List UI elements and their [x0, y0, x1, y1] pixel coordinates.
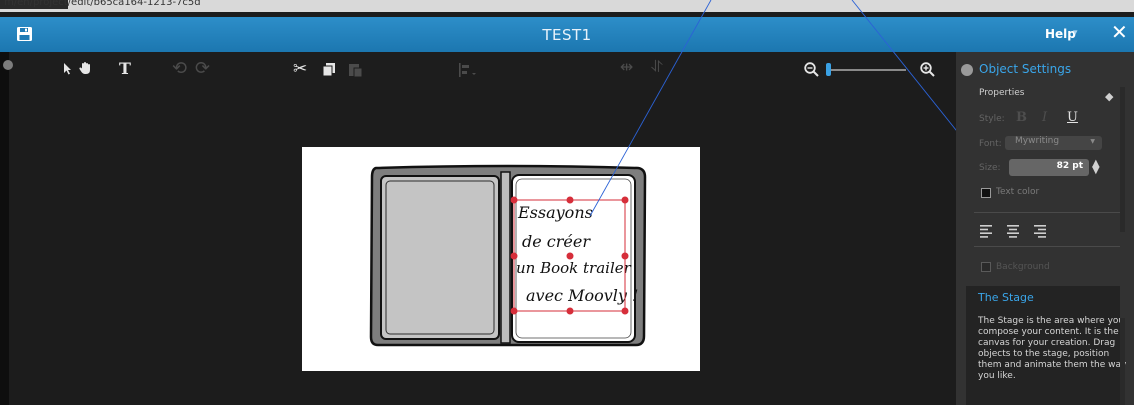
align-left-icon: [980, 225, 992, 238]
cut-icon[interactable]: ✂: [293, 59, 307, 79]
align-center-icon: [1007, 225, 1019, 238]
text-color-label: Text color: [996, 187, 1040, 197]
stage-help-panel: The Stage The Stage is the area where yo…: [966, 286, 1126, 405]
zoom-slider-track[interactable]: [826, 69, 906, 71]
size-input[interactable]: 82 pt: [1009, 159, 1089, 176]
align-right-icon: [1034, 225, 1046, 238]
app-window: m/en/project/edit/b65ca164-1213-7c5d TES…: [0, 0, 1134, 405]
browser-url-bar[interactable]: m/en/project/edit/b65ca164-1213-7c5d: [0, 0, 1134, 12]
size-stepper-icon[interactable]: ▲ ▼: [1092, 159, 1100, 176]
text-color-checkbox[interactable]: [981, 188, 991, 198]
object-settings-header[interactable]: Object Settings: [956, 62, 1124, 84]
browser-url[interactable]: m/en/project/edit/b65ca164-1213-7c5d: [4, 0, 201, 8]
title-bar: TEST1 Help ▾ ✕: [0, 17, 1134, 52]
book-text-line: un Book trailer: [516, 259, 631, 277]
stage-help-title: The Stage: [978, 291, 1034, 304]
font-select[interactable]: Mywriting ▼: [1005, 136, 1102, 150]
bold-button[interactable]: B: [1016, 110, 1027, 125]
align-icon[interactable]: [459, 63, 477, 77]
help-scrollbar[interactable]: [1120, 318, 1125, 405]
undo-icon[interactable]: ⟲: [172, 58, 187, 79]
help-menu[interactable]: Help: [1045, 27, 1076, 41]
divider: [974, 212, 1120, 213]
left-panel-edge: [0, 52, 9, 405]
background-label: Background: [996, 262, 1050, 272]
book-text-line: de créer: [522, 232, 590, 251]
pointer-tool-icon[interactable]: [63, 63, 72, 75]
style-label: Style:: [979, 114, 1005, 124]
italic-button[interactable]: I: [1042, 110, 1047, 125]
object-settings-title: Object Settings: [979, 62, 1072, 76]
book-text-line: avec Moovly !: [526, 286, 639, 305]
close-icon[interactable]: ✕: [1111, 22, 1128, 42]
zoom-in-icon[interactable]: [920, 62, 935, 77]
book-text-line: Essayons: [518, 203, 593, 222]
redo-icon[interactable]: ⟳: [195, 58, 210, 79]
collapse-left-panel-icon[interactable]: [3, 60, 13, 70]
project-title: TEST1: [542, 26, 592, 44]
text-tool-icon[interactable]: T: [119, 59, 131, 78]
book-illustration[interactable]: [366, 163, 648, 349]
copy-icon[interactable]: [323, 63, 337, 77]
alignment-buttons[interactable]: [980, 225, 1048, 238]
zoom-out-icon[interactable]: [804, 62, 819, 77]
pin-icon[interactable]: ◆: [1105, 90, 1113, 103]
collapse-panel-icon[interactable]: [961, 64, 973, 76]
chevron-down-icon[interactable]: ▾: [1073, 28, 1078, 38]
divider: [974, 246, 1120, 247]
size-value: 82 pt: [1056, 161, 1083, 171]
background-checkbox[interactable]: [981, 262, 991, 272]
font-select-value: Mywriting: [1015, 136, 1060, 146]
stage-help-description: The Stage is the area where you compose …: [978, 316, 1127, 381]
flip-vertical-icon[interactable]: ⥯: [651, 57, 663, 77]
hand-tool-icon[interactable]: [79, 62, 91, 75]
font-label: Font:: [979, 139, 1002, 149]
size-label: Size:: [979, 163, 1001, 173]
chevron-down-icon: ▼: [1090, 138, 1095, 145]
properties-label: Properties: [979, 88, 1025, 98]
panel-scrollbar[interactable]: [1120, 87, 1125, 232]
zoom-slider-handle[interactable]: [825, 63, 831, 76]
underline-button[interactable]: U: [1067, 110, 1078, 125]
paste-icon[interactable]: [349, 62, 362, 77]
flip-horizontal-icon[interactable]: ⇹: [620, 57, 633, 76]
